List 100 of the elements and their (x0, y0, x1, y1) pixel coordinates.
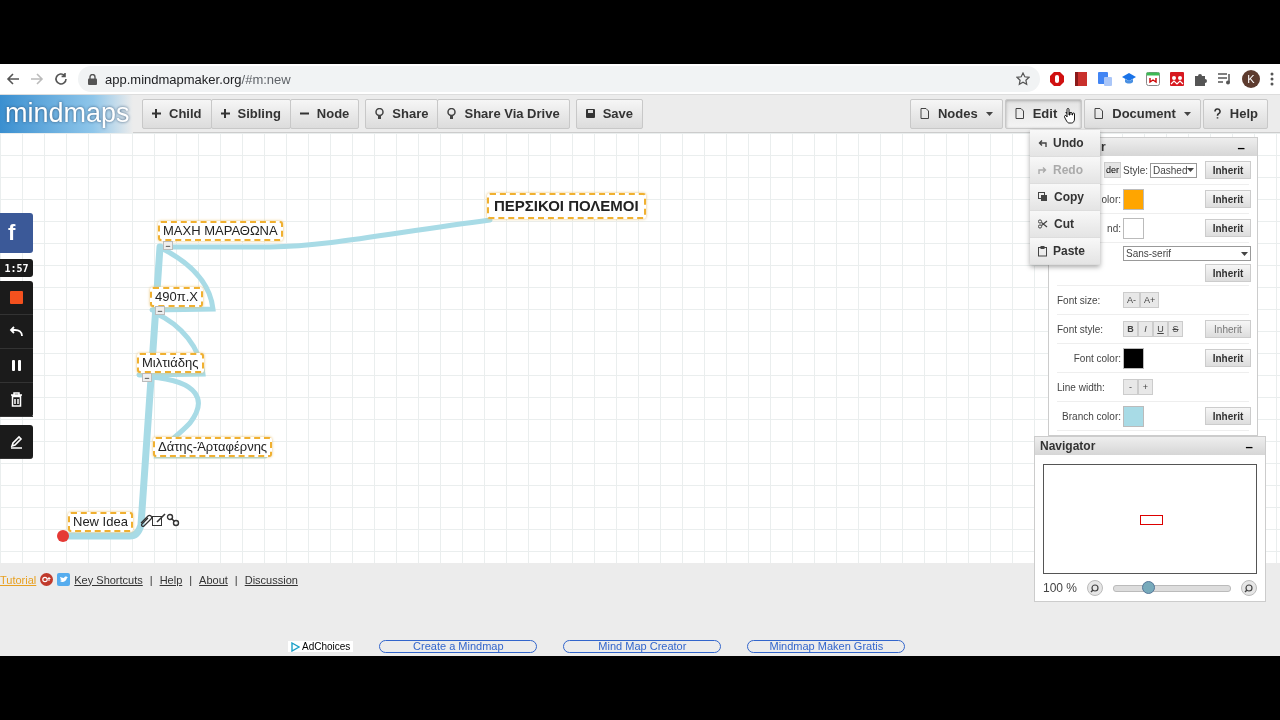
zoom-out-button[interactable] (1087, 580, 1104, 596)
toolbar-button[interactable]: Child (142, 98, 212, 129)
color-swatch[interactable] (1123, 405, 1144, 427)
format-button[interactable]: U (1153, 321, 1168, 337)
mindmap-node[interactable]: ΠΕΡΣΙΚΟΙ ΠΟΛΕΜΟΙ (487, 193, 646, 219)
book-icon[interactable] (1074, 72, 1088, 86)
redo-icon (1038, 165, 1047, 175)
more-menu-icon[interactable] (1270, 72, 1274, 86)
caret-icon (985, 111, 993, 116)
menu-button[interactable]: Edit (1004, 98, 1083, 129)
field-label: Font size: (1057, 294, 1101, 306)
mindmap-node[interactable]: New Idea (68, 512, 133, 532)
inherit-button[interactable]: Inherit (1205, 219, 1251, 237)
field-label: olor: (1101, 193, 1121, 205)
profile-avatar[interactable]: K (1242, 70, 1260, 88)
minimize-button[interactable]: – (1243, 438, 1255, 454)
edit-icon[interactable] (152, 513, 166, 527)
plus-badge-icon[interactable] (40, 573, 54, 586)
mindmap-node[interactable]: ΜΑΧΗ ΜΑΡΑΘΩΝΑ (158, 221, 283, 241)
scissors-icon (1038, 219, 1048, 229)
stop-button[interactable] (9, 290, 24, 305)
zoom-in-button[interactable] (1241, 580, 1257, 596)
menu-button[interactable]: Nodes (909, 98, 1003, 129)
caret-icon (1183, 111, 1191, 116)
playlist-icon[interactable] (1218, 73, 1232, 85)
map-overview[interactable] (1043, 464, 1257, 574)
star-icon[interactable] (1016, 72, 1030, 86)
toolbar-button[interactable]: Node (289, 98, 360, 129)
menu-button[interactable]: Help (1202, 98, 1268, 129)
format-button[interactable]: + (1138, 379, 1153, 395)
minimize-button[interactable]: – (1235, 139, 1247, 155)
translate-icon[interactable] (1098, 72, 1112, 86)
toolbar-button[interactable]: Save (575, 98, 643, 129)
menu-item[interactable]: Copy (1030, 184, 1100, 211)
adchoices-label[interactable]: AdChoices (288, 641, 354, 652)
inherit-button[interactable]: Inherit (1205, 190, 1251, 208)
search-icon (1243, 582, 1255, 594)
collapse-button[interactable]: − (155, 306, 165, 315)
drag-handle[interactable] (57, 530, 69, 542)
pen-button[interactable] (9, 434, 24, 449)
undo-button[interactable] (9, 324, 24, 339)
reload-icon[interactable] (54, 72, 68, 86)
color-swatch[interactable] (1123, 217, 1144, 239)
mindmap-node[interactable]: 490π.Χ (150, 287, 203, 307)
copy-icon (1038, 192, 1048, 202)
footer-link[interactable]: Key Shortcuts (74, 573, 143, 586)
toolbar-button[interactable]: Share (365, 98, 439, 129)
pause-button[interactable] (9, 358, 24, 373)
graduation-cap-icon[interactable] (1122, 73, 1136, 85)
bulb-icon (447, 108, 457, 119)
color-swatch[interactable] (1123, 188, 1144, 210)
menu-button[interactable]: Document (1084, 98, 1201, 129)
format-button[interactable]: S (1168, 321, 1183, 337)
stop-sign-icon[interactable] (1050, 72, 1064, 86)
link-icon[interactable] (166, 513, 180, 527)
plus-icon (220, 109, 230, 118)
color-swatch[interactable] (1123, 347, 1144, 369)
style-select[interactable]: Dashed (1150, 162, 1198, 178)
toolbar-button[interactable]: Share Via Drive (437, 98, 570, 129)
caret-icon (1187, 168, 1195, 172)
address-bar[interactable]: app.mindmapmaker.org/#m:new (78, 66, 1040, 92)
font-select[interactable]: Sans-serif (1123, 246, 1251, 261)
slider-thumb[interactable] (1141, 580, 1155, 594)
calendar-icon[interactable] (1146, 72, 1160, 86)
zoom-slider[interactable] (1113, 584, 1231, 592)
format-button[interactable]: A+ (1140, 292, 1160, 308)
format-button[interactable]: A- (1123, 292, 1140, 308)
footer-link[interactable]: About (199, 573, 228, 586)
format-button[interactable]: I (1138, 321, 1153, 337)
toolbar-button[interactable]: Sibling (210, 98, 291, 129)
mindmap-node[interactable]: Μιλτιάδης (137, 353, 204, 373)
footer-link[interactable]: Discussion (244, 573, 298, 586)
format-button[interactable]: B (1123, 321, 1138, 337)
recording-timer: 1:57 (0, 259, 33, 277)
menu-item[interactable]: Undo (1030, 130, 1100, 157)
people-icon[interactable] (1170, 72, 1184, 86)
url-text: app.mindmapmaker.org/#m:new (105, 71, 291, 87)
field-label: Line width: (1057, 381, 1105, 393)
save-icon (585, 109, 595, 118)
facebook-button[interactable]: f (0, 213, 33, 253)
trash-button[interactable] (9, 392, 24, 407)
viewport-frame (1140, 515, 1163, 525)
separator: | (148, 573, 154, 586)
mindmap-node[interactable]: Δάτης-Άρταφέρνης (153, 437, 273, 457)
inherit-button[interactable]: Inherit (1205, 161, 1251, 179)
puzzle-icon[interactable] (1194, 72, 1208, 86)
format-button[interactable]: - (1123, 379, 1138, 395)
play-icon (291, 641, 300, 652)
back-icon[interactable] (6, 72, 20, 86)
inherit-button[interactable]: Inherit (1205, 349, 1251, 367)
paperclip-icon[interactable] (138, 513, 152, 527)
footer-link[interactable]: Help (159, 573, 183, 586)
border-button[interactable]: der (1104, 162, 1121, 178)
collapse-button[interactable]: − (163, 241, 173, 250)
menu-item[interactable]: Cut (1030, 211, 1100, 238)
menu-item[interactable]: Paste (1030, 238, 1100, 265)
search-icon (1089, 582, 1102, 594)
inherit-button[interactable]: Inherit (1205, 407, 1251, 425)
inherit-button[interactable]: Inherit (1205, 264, 1251, 282)
collapse-button[interactable]: − (142, 373, 152, 382)
